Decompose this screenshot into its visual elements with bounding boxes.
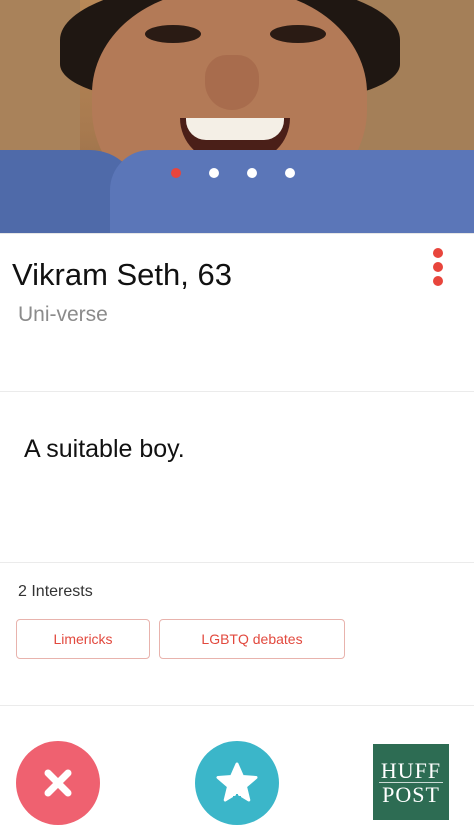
interests-title: 2 Interests (18, 583, 93, 600)
more-options-icon[interactable] (429, 248, 447, 290)
photo-page-indicator (0, 168, 474, 180)
huffpost-logo: HUFF POST (373, 744, 449, 820)
nope-button[interactable] (16, 741, 100, 825)
profile-subtitle: Uni-verse (18, 303, 108, 326)
divider (0, 705, 474, 706)
profile-name-age: Vikram Seth, 63 (12, 257, 232, 292)
divider (0, 391, 474, 392)
logo-text: POST (382, 781, 440, 807)
interest-chip[interactable]: Limericks (16, 619, 150, 659)
star-icon (216, 762, 258, 806)
photo-eye (270, 25, 326, 43)
photo-page-dot[interactable] (247, 168, 257, 178)
photo-eye (145, 25, 201, 43)
profile-photo[interactable] (0, 0, 474, 233)
photo-nose (205, 55, 259, 110)
photo-teeth (186, 118, 284, 140)
photo-page-dot[interactable] (171, 168, 181, 178)
profile-header: Vikram Seth, 63 Uni-verse (0, 233, 474, 392)
interest-chip[interactable]: LGBTQ debates (159, 619, 345, 659)
photo-page-dot[interactable] (209, 168, 219, 178)
super-like-button[interactable] (195, 741, 279, 825)
divider (0, 562, 474, 563)
logo-text: HUFF (379, 757, 443, 783)
photo-shirt (110, 150, 474, 233)
close-icon (44, 769, 72, 797)
photo-page-dot[interactable] (285, 168, 295, 178)
profile-bio: A suitable boy. (24, 435, 185, 463)
